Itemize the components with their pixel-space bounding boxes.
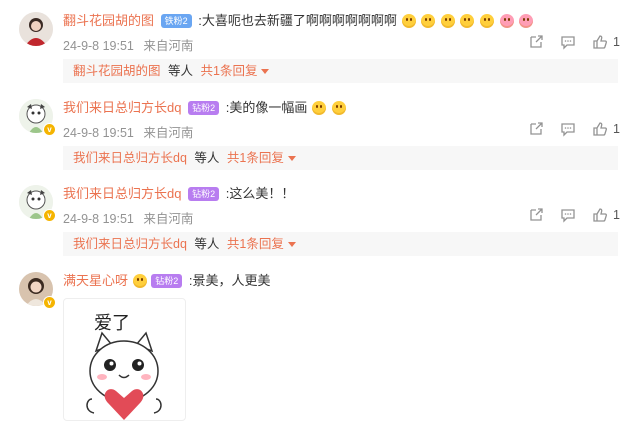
heart-eyes-emoji-icon <box>519 13 534 28</box>
expand-replies-link[interactable]: 共1条回复 <box>227 151 296 165</box>
timestamp: 24-9-8 19:51 <box>63 212 134 226</box>
cool-emoji-icon <box>132 273 147 288</box>
like-button[interactable]: 1 <box>592 34 620 50</box>
forward-button[interactable] <box>528 34 544 50</box>
reply-summary: 翻斗花园胡的图 等人 共1条回复 <box>63 59 618 83</box>
grin-emoji-icon <box>401 13 416 28</box>
reply-button[interactable] <box>560 207 576 223</box>
location: 来自河南 <box>143 126 194 140</box>
username-link[interactable]: 我们来日总归方长dq <box>63 186 181 201</box>
comment-text: :这么美！！ <box>225 186 295 201</box>
smile-emoji-icon <box>460 13 475 28</box>
reply-username-link[interactable]: 翻斗花园胡的图 <box>73 64 161 78</box>
username-link[interactable]: 翻斗花园胡的图 <box>63 13 154 28</box>
laugh-cry-emoji-icon <box>331 100 346 115</box>
comment-icon <box>561 209 575 223</box>
like-count: 1 <box>613 208 620 222</box>
expand-replies-label: 共1条回复 <box>226 237 284 251</box>
verified-badge-icon: v <box>43 209 56 222</box>
chevron-down-icon <box>287 156 296 162</box>
thumbs-up-icon <box>593 208 608 222</box>
fan-badge[interactable]: 钻粉2 <box>151 273 183 288</box>
kiss-emoji-icon <box>440 13 455 28</box>
expand-replies-label: 共1条回复 <box>200 64 258 78</box>
share-icon <box>530 122 543 135</box>
fan-badge[interactable]: 铁粉2 <box>160 13 192 28</box>
username-link[interactable]: 我们来日总归方长dq <box>63 100 181 115</box>
like-button[interactable]: 1 <box>592 207 620 223</box>
thumbs-up-icon <box>593 122 608 136</box>
username-link[interactable]: 满天星心呀 <box>63 273 128 288</box>
like-button[interactable]: 1 <box>592 121 620 137</box>
reply-username-link[interactable]: 我们来日总归方长dq <box>73 151 187 165</box>
heart-eyes-emoji-icon <box>499 13 514 28</box>
comment-icon <box>561 36 575 50</box>
comment-meta: 24-9-8 19:51 来自河南 <box>63 208 199 227</box>
share-icon <box>530 208 543 221</box>
fan-badge[interactable]: 钻粉2 <box>188 186 220 201</box>
timestamp: 24-9-8 19:51 <box>63 39 134 53</box>
forward-button[interactable] <box>528 121 544 137</box>
comment-icon <box>561 123 575 137</box>
location: 来自河南 <box>143 39 194 53</box>
forward-button[interactable] <box>528 207 544 223</box>
chevron-down-icon <box>261 69 270 75</box>
verified-badge-icon: v <box>43 296 56 309</box>
reply-summary: 我们来日总归方长dq 等人 共1条回复 <box>63 146 618 170</box>
comment-text: :大喜呃也去新疆了啊啊啊啊啊啊啊 <box>198 13 397 28</box>
comment-text: :景美，人更美 <box>188 273 271 288</box>
reply-etc-label: 等人 <box>194 237 220 251</box>
chevron-down-icon <box>287 242 296 248</box>
reply-username-link[interactable]: 我们来日总归方长dq <box>73 237 187 251</box>
verified-badge-icon: v <box>43 123 56 136</box>
reply-button[interactable] <box>560 34 576 50</box>
reply-etc-label: 等人 <box>194 151 220 165</box>
like-count: 1 <box>613 35 620 49</box>
thumbs-up-icon <box>593 35 608 49</box>
sticker-image[interactable]: 爱了 <box>63 298 186 421</box>
comment-meta: 24-9-8 19:51 来自河南 <box>63 122 199 141</box>
reply-summary: 我们来日总归方长dq 等人 共1条回复 <box>63 232 618 256</box>
reply-button[interactable] <box>560 121 576 137</box>
timestamp: 24-9-8 19:51 <box>63 126 134 140</box>
laugh-cry-emoji-icon <box>311 100 326 115</box>
smile-emoji-icon <box>480 13 495 28</box>
kiss-emoji-icon <box>421 13 436 28</box>
expand-replies-link[interactable]: 共1条回复 <box>201 64 270 78</box>
location: 来自河南 <box>143 212 194 226</box>
share-icon <box>530 35 543 48</box>
sticker-caption: 爱了 <box>94 313 130 334</box>
expand-replies-label: 共1条回复 <box>226 151 284 165</box>
like-count: 1 <box>613 122 620 136</box>
comment-meta: 24-9-8 19:51 来自河南 <box>63 35 199 54</box>
reply-etc-label: 等人 <box>168 64 194 78</box>
expand-replies-link[interactable]: 共1条回复 <box>227 237 296 251</box>
avatar[interactable] <box>19 12 53 46</box>
fan-badge[interactable]: 钻粉2 <box>188 100 220 115</box>
comment-text: :美的像一幅画 <box>225 100 308 115</box>
